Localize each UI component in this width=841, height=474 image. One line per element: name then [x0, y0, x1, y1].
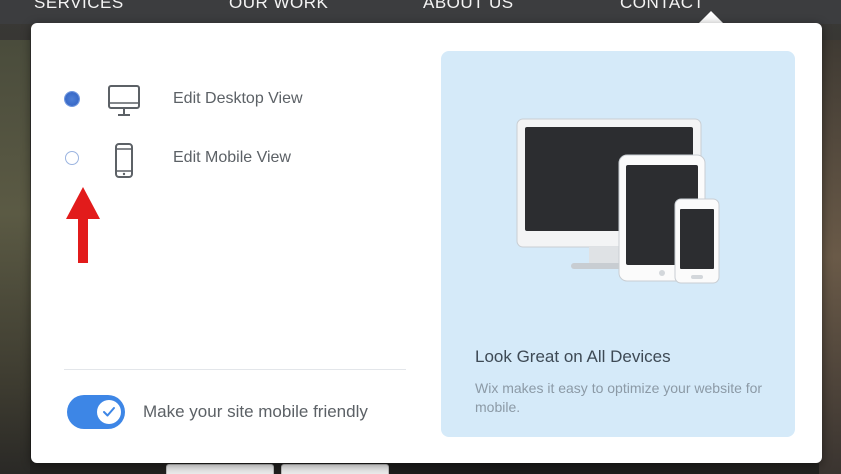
nav-item-about-us[interactable]: ABOUT US — [423, 0, 514, 13]
info-panel: Look Great on All Devices Wix makes it e… — [441, 51, 795, 437]
option-edit-desktop-view[interactable]: Edit Desktop View — [65, 84, 395, 118]
mobile-friendly-toggle[interactable] — [67, 395, 125, 429]
devices-illustration-icon — [513, 113, 733, 298]
nav-item-contact[interactable]: CONTACT — [620, 0, 704, 13]
toggle-knob — [97, 400, 121, 424]
mobile-view-label: Edit Mobile View — [173, 149, 291, 166]
option-edit-mobile-view[interactable]: Edit Mobile View — [65, 143, 395, 178]
mobile-phone-icon — [107, 143, 143, 184]
background-image-right — [819, 40, 841, 474]
desktop-view-label: Edit Desktop View — [173, 90, 303, 107]
mobile-friendly-label: Make your site mobile friendly — [143, 402, 368, 421]
info-title: Look Great on All Devices — [475, 347, 671, 366]
nav-item-services[interactable]: SERVICES — [34, 0, 124, 13]
checkmark-icon — [103, 407, 115, 417]
info-description: Wix makes it easy to optimize your websi… — [475, 380, 763, 415]
desktop-view-radio[interactable] — [65, 92, 79, 106]
nav-item-our-work[interactable]: OUR WORK — [229, 0, 328, 13]
background-button — [281, 464, 389, 474]
desktop-monitor-icon — [107, 84, 143, 123]
background-image-left — [0, 40, 30, 474]
divider — [64, 369, 406, 370]
red-arrow-annotation-icon — [66, 187, 100, 270]
mobile-view-popup: Edit Desktop View Edit Mobile View Make … — [31, 23, 822, 463]
mobile-view-radio[interactable] — [65, 151, 79, 165]
background-button — [166, 464, 274, 474]
